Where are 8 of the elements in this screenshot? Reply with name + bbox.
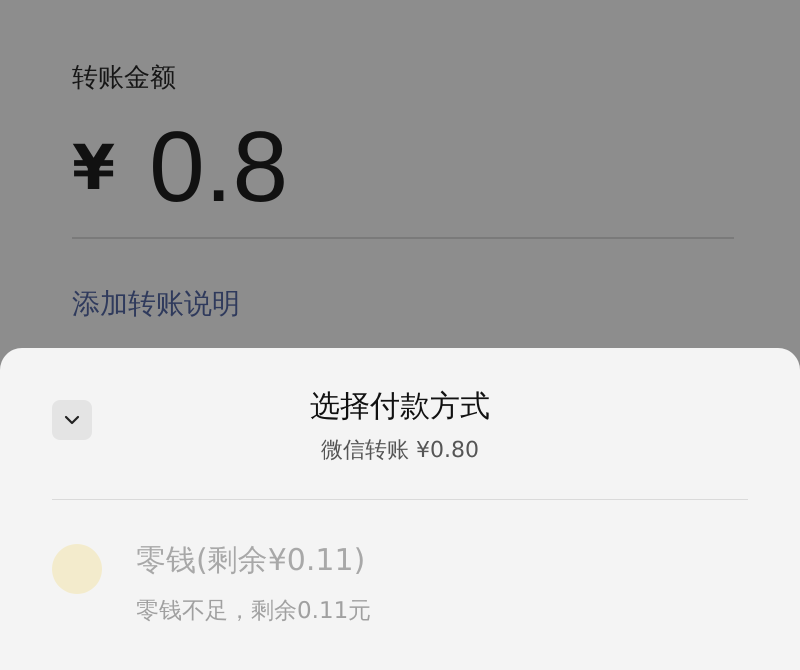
amount-label: 转账金额: [72, 62, 177, 95]
amount-value[interactable]: 0.8: [149, 117, 288, 217]
currency-symbol: ¥: [72, 130, 116, 204]
collapse-button[interactable]: [52, 400, 92, 440]
sheet-subtitle: 微信转账 ¥0.80: [320, 437, 480, 465]
add-note-link[interactable]: 添加转账说明: [72, 285, 240, 323]
method-hint: 零钱不足，剩余0.11元: [136, 597, 372, 626]
sheet-title: 选择付款方式: [310, 388, 490, 426]
